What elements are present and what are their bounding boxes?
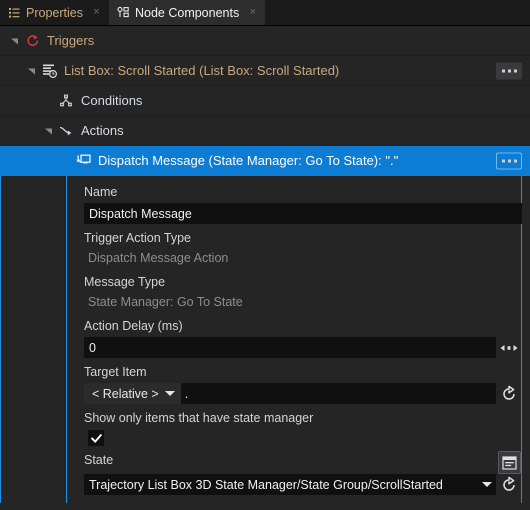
tab-properties-label: Properties <box>26 5 83 20</box>
state-select[interactable]: Trajectory List Box 3D State Manager/Sta… <box>84 474 496 495</box>
row-overflow-menu-button[interactable] <box>496 62 522 79</box>
message-type-label: Message Type <box>84 275 166 289</box>
tree-row-label: Dispatch Message (State Manager: Go To S… <box>98 153 399 168</box>
chevron-down-icon <box>164 391 175 396</box>
tab-properties[interactable]: Properties × <box>0 0 109 25</box>
tree-guide-line-indent <box>66 176 67 503</box>
field-target-item: Target Item < Relative > . <box>84 363 522 404</box>
field-name: Name Dispatch Message <box>84 183 522 224</box>
field-action-delay: Action Delay (ms) 0 <box>84 317 522 358</box>
name-label: Name <box>84 185 118 199</box>
action-delay-input[interactable]: 0 <box>84 337 496 358</box>
target-item-path[interactable]: . <box>181 383 496 404</box>
trigger-action-type-label: Trigger Action Type <box>84 231 192 245</box>
field-state: State Trajectory List Box 3D State Manag… <box>84 451 522 495</box>
tree-row-label: Actions <box>81 123 124 138</box>
actions-arrow-icon <box>57 122 75 140</box>
reset-arrow-icon[interactable] <box>496 383 522 404</box>
name-input[interactable]: Dispatch Message <box>84 203 522 224</box>
reset-arrow-icon[interactable] <box>496 474 522 495</box>
tree-row-actions[interactable]: Actions <box>0 116 530 146</box>
tree-row-list-box-scroll-started[interactable]: List Box: Scroll Started (List Box: Scro… <box>0 56 530 86</box>
horizontal-drag-icon[interactable] <box>496 337 522 358</box>
list-icon <box>8 6 21 19</box>
dispatch-message-icon <box>74 152 92 170</box>
tree-row-label: List Box: Scroll Started (List Box: Scro… <box>64 63 340 78</box>
event-list-icon <box>40 62 58 80</box>
tree-row-triggers[interactable]: Triggers <box>0 26 530 56</box>
tab-node-components[interactable]: Node Components × <box>108 0 266 25</box>
check-icon <box>90 433 102 443</box>
close-icon[interactable]: × <box>246 6 259 19</box>
tab-bar: Properties × Node Components × <box>0 0 530 26</box>
expand-collapse-icon[interactable] <box>8 34 21 47</box>
tree-row-conditions[interactable]: Conditions <box>0 86 530 116</box>
close-icon[interactable]: × <box>90 6 103 19</box>
tree-row-label: Triggers <box>47 33 95 48</box>
field-trigger-action-type: Trigger Action Type Dispatch Message Act… <box>84 229 522 268</box>
expand-collapse-icon[interactable] <box>42 124 55 137</box>
field-show-only-state-manager: Show only items that have state manager <box>84 409 522 446</box>
target-item-control[interactable]: < Relative > . <box>84 383 496 404</box>
row-overflow-menu-button[interactable] <box>496 152 522 169</box>
show-only-state-manager-checkbox[interactable] <box>88 430 104 446</box>
tree-row-dispatch-message[interactable]: Dispatch Message (State Manager: Go To S… <box>0 146 530 176</box>
conditions-node-icon <box>57 92 75 110</box>
field-message-type: Message Type State Manager: Go To State <box>84 273 522 312</box>
message-type-value: State Manager: Go To State <box>88 295 243 309</box>
tab-bar-empty-area <box>265 0 530 25</box>
target-item-mode-dropdown[interactable]: < Relative > <box>84 383 181 404</box>
trigger-circle-icon <box>23 32 41 50</box>
chevron-down-icon <box>482 482 492 487</box>
tree-guide-line-root <box>0 176 1 503</box>
target-item-mode-label: < Relative > <box>92 386 159 401</box>
panel-window-icon[interactable] <box>498 451 521 474</box>
state-label: State <box>84 453 114 467</box>
show-only-state-manager-label: Show only items that have state manager <box>84 411 314 425</box>
action-properties-form: Name Dispatch Message Trigger Action Typ… <box>68 176 522 503</box>
state-select-value: Trajectory List Box 3D State Manager/Sta… <box>89 477 443 492</box>
tab-node-components-label: Node Components <box>134 5 240 20</box>
action-detail-panel: Name Dispatch Message Trigger Action Typ… <box>0 176 530 503</box>
tree-row-label: Conditions <box>81 93 143 108</box>
node-components-icon <box>117 6 130 19</box>
action-delay-label: Action Delay (ms) <box>84 319 183 333</box>
trigger-tree: Triggers List Box: Scroll Started (List … <box>0 26 530 176</box>
target-item-label: Target Item <box>84 365 147 379</box>
trigger-action-type-value: Dispatch Message Action <box>88 251 229 265</box>
expand-collapse-icon[interactable] <box>25 64 38 77</box>
